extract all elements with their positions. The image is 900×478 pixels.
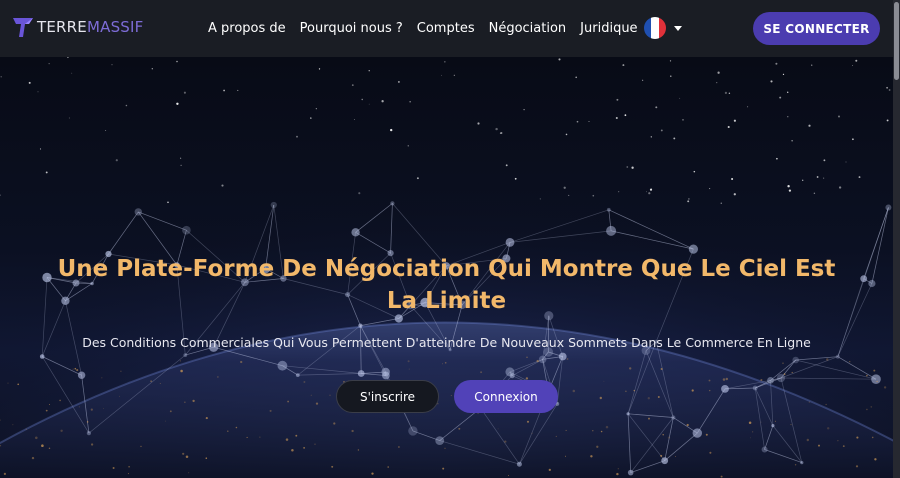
nav-link-trading[interactable]: Négociation (489, 20, 567, 37)
signup-button[interactable]: S'inscrire (336, 380, 439, 413)
nav-link-about[interactable]: A propos de (208, 20, 286, 37)
hero-title: Une Plate-Forme De Négociation Qui Montr… (57, 256, 836, 314)
chevron-down-icon (674, 25, 682, 31)
hero-subtitle: Des Conditions Commerciales Qui Vous Per… (82, 335, 811, 350)
hero-section: Une Plate-Forme De Négociation Qui Montr… (0, 57, 893, 478)
nav-links: A propos de Pourquoi nous ? Comptes Négo… (208, 20, 652, 37)
nav-link-accounts[interactable]: Comptes (417, 20, 475, 37)
logo-mark-icon (13, 18, 33, 37)
top-navbar: TERREMASSIF A propos de Pourquoi nous ? … (0, 0, 893, 57)
brand-name-part1: TERRE (37, 18, 87, 36)
connexion-button[interactable]: Connexion (454, 380, 558, 413)
brand-name-part2: MASSIF (86, 18, 144, 36)
nav-link-why-us[interactable]: Pourquoi nous ? (300, 20, 403, 37)
french-flag-icon (644, 17, 666, 39)
scrollbar[interactable] (893, 0, 900, 478)
login-button[interactable]: SE CONNECTER (753, 12, 880, 45)
language-selector[interactable] (644, 17, 682, 39)
brand-logo[interactable]: TERREMASSIF (12, 16, 143, 38)
scrollbar-thumb[interactable] (894, 2, 899, 80)
nav-link-legal[interactable]: Juridique (580, 20, 637, 37)
